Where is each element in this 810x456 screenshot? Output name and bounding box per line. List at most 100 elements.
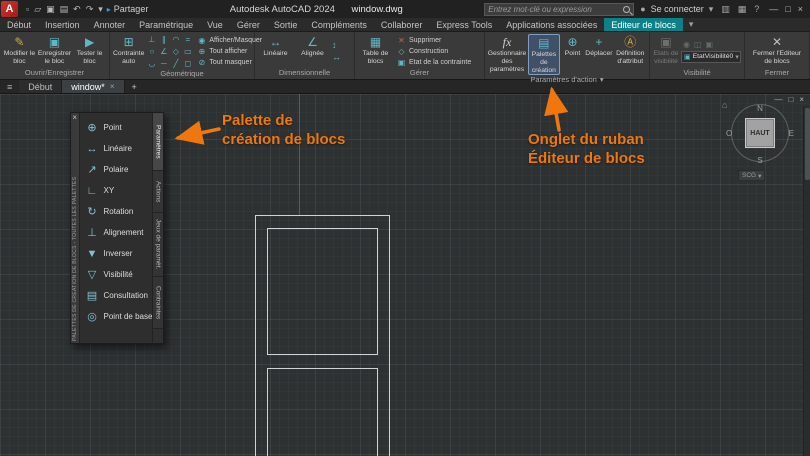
qat-customize-icon[interactable]: ▾	[98, 4, 103, 15]
vertical-dim-icon[interactable]: ↕	[332, 40, 341, 50]
tangent-constraint-icon[interactable]: ◠	[170, 34, 181, 45]
parallel-constraint-icon[interactable]: ∥	[158, 34, 169, 45]
close-button[interactable]: ×	[798, 4, 803, 14]
autocad-menu-button[interactable]: A	[1, 1, 18, 17]
palette-item-polaire[interactable]: ↗ Polaire	[80, 159, 153, 180]
viewcube-north[interactable]: N	[757, 104, 763, 113]
ribbon-tab-sortie[interactable]: Sortie	[267, 18, 305, 31]
palette-tab-parametres[interactable]: Paramètres	[153, 113, 163, 171]
palette-item-lineaire[interactable]: ↔ Linéaire	[80, 138, 153, 159]
ribbon-tab-parametrique[interactable]: Paramétrique	[132, 18, 200, 31]
viewcube-home-icon[interactable]: ⌂	[722, 100, 727, 110]
coincident-constraint-icon[interactable]: ◻	[182, 58, 193, 69]
plot-icon[interactable]: ▤	[60, 4, 69, 15]
ribbon-tab-complements[interactable]: Compléments	[304, 18, 374, 31]
horizontal-constraint-icon[interactable]: ▭	[182, 46, 193, 57]
panel-label-parametres-action[interactable]: Paramètres d'action ▾	[485, 75, 649, 86]
redo-icon[interactable]: ↷	[86, 4, 94, 15]
ribbon-tab-annoter[interactable]: Annoter	[87, 18, 133, 31]
ribbon-tab-debut[interactable]: Début	[0, 18, 38, 31]
app-store-icon[interactable]: ▥	[719, 4, 732, 15]
perpendicular-constraint-icon[interactable]: ⊥	[146, 34, 157, 45]
sign-in-button[interactable]: ● Se connecter ▾	[638, 4, 715, 15]
make-visible-icon[interactable]: ◉	[683, 40, 690, 49]
ribbon-options-caret-icon[interactable]: ▾	[683, 18, 700, 31]
attribute-definition-button[interactable]: Ⓐ Définition d'attribut	[615, 34, 647, 75]
ribbon-tab-gerer[interactable]: Gérer	[230, 18, 267, 31]
viewport-minimize-icon[interactable]: —	[774, 95, 782, 104]
palette-tab-contraintes[interactable]: Contraintes	[153, 277, 163, 329]
angle-constraint-icon[interactable]: ∠	[158, 46, 169, 57]
show-hide-button[interactable]: ◉ Afficher/Masquer	[195, 36, 264, 46]
scrollbar-thumb[interactable]	[804, 108, 810, 180]
viewcube[interactable]: ⌂ N S O E HAUT SCG ▾	[722, 98, 796, 186]
symmetric-constraint-icon[interactable]: ◇	[170, 46, 181, 57]
palette-item-inverser[interactable]: ▼ Inverser	[80, 243, 153, 264]
collinear-constraint-icon[interactable]: ─	[158, 58, 169, 69]
palette-item-point-de-base[interactable]: ◎ Point de base	[80, 306, 152, 327]
palette-close-icon[interactable]: ×	[72, 113, 77, 123]
search-input[interactable]	[488, 4, 621, 14]
palette-tab-jeux-de-parametres[interactable]: Jeux de paramèt.	[153, 213, 163, 277]
apps-icon[interactable]: ▦	[736, 4, 749, 15]
aligned-dim-button[interactable]: ∠ Alignée	[295, 34, 330, 68]
ribbon-tab-collaborer[interactable]: Collaborer	[374, 18, 430, 31]
palette-item-consultation[interactable]: ▤ Consultation	[80, 285, 153, 306]
viewport-close-icon[interactable]: ×	[799, 95, 804, 104]
ribbon-tab-applications-associees[interactable]: Applications associées	[499, 18, 604, 31]
constraint-status-button[interactable]: ▣ Etat de la contrainte	[395, 57, 473, 67]
save-icon[interactable]: ▣	[46, 4, 55, 15]
block-authoring-palette[interactable]: × PALETTES DE CRÉATION DE BLOCS - TOUTES…	[70, 112, 164, 344]
new-file-icon[interactable]: ▫	[26, 4, 29, 15]
file-tabs-menu-icon[interactable]: ≡	[0, 80, 19, 93]
new-drawing-tab-button[interactable]: +	[125, 80, 144, 93]
search-box[interactable]	[484, 2, 635, 16]
palette-tab-actions[interactable]: Actions	[153, 171, 163, 213]
hide-all-button[interactable]: ⊘ Tout masquer	[195, 58, 264, 68]
file-tab-window[interactable]: window* ×	[62, 80, 125, 93]
close-block-editor-button[interactable]: ✕ Fermer l'Editeur de blocs	[749, 34, 805, 68]
share-button[interactable]: ▸ Partager	[107, 4, 149, 14]
concentric-constraint-icon[interactable]: ○	[146, 46, 157, 57]
linear-dim-button[interactable]: ↔ Linéaire	[258, 34, 293, 68]
ribbon-tab-vue[interactable]: Vue	[200, 18, 230, 31]
ucs-menu[interactable]: SCG ▾	[738, 170, 766, 181]
parameter-manager-button[interactable]: fx Gestionnaire des paramètres	[488, 34, 527, 75]
open-file-icon[interactable]: ▱	[34, 4, 41, 15]
visibility-states-button[interactable]: ▣ Etats de visibilité	[653, 34, 679, 68]
delete-constraints-button[interactable]: ✕ Supprimer	[395, 35, 473, 45]
viewcube-west[interactable]: O	[726, 129, 732, 138]
authoring-palettes-button[interactable]: ▤ Palettes de création	[528, 34, 560, 76]
ribbon-tab-editeur-de-blocs[interactable]: Editeur de blocs	[604, 18, 683, 31]
palette-item-visibilite[interactable]: ▽ Visibilité	[80, 264, 153, 285]
make-invisible-icon[interactable]: ◫	[694, 40, 702, 49]
drawing-area[interactable]: — □ × ⌂ N S O E HAUT SCG ▾ × PALETTES DE…	[0, 94, 810, 456]
visibility-mode-icon[interactable]: ▣	[706, 40, 714, 49]
palette-item-alignement[interactable]: ⊥ Alignement	[80, 222, 153, 243]
viewport-restore-icon[interactable]: □	[788, 95, 793, 104]
construction-button[interactable]: ◇ Construction	[395, 46, 473, 56]
ribbon-tab-express-tools[interactable]: Express Tools	[429, 18, 499, 31]
visibility-state-dropdown[interactable]: ▣ EtatVisibilité0 ▾	[681, 50, 741, 63]
modify-block-button[interactable]: ✎ Modifier le bloc	[3, 34, 36, 68]
palette-item-rotation[interactable]: ↻ Rotation	[80, 201, 153, 222]
horizontal-dim-icon[interactable]: ↔	[332, 52, 341, 62]
palette-title-bar[interactable]: × PALETTES DE CRÉATION DE BLOCS - TOUTES…	[71, 113, 80, 343]
viewcube-south[interactable]: S	[757, 156, 762, 165]
ribbon-tab-insertion[interactable]: Insertion	[38, 18, 87, 31]
save-block-button[interactable]: ▣ Enregistrer le bloc	[38, 34, 71, 68]
equal-constraint-icon[interactable]: =	[182, 34, 193, 45]
block-table-button[interactable]: ▦ Table de blocs	[358, 34, 393, 68]
move-action-button[interactable]: + Déplacer	[585, 34, 612, 75]
fix-constraint-icon[interactable]: ╱	[170, 58, 181, 69]
search-icon[interactable]	[623, 5, 631, 13]
vertical-scrollbar[interactable]	[803, 106, 810, 456]
show-all-button[interactable]: ⊕ Tout afficher	[195, 47, 264, 57]
file-tab-start[interactable]: Début	[19, 80, 63, 93]
viewcube-top-face[interactable]: HAUT	[745, 118, 775, 148]
test-block-button[interactable]: ▶ Tester le bloc	[73, 34, 106, 68]
point-parameter-button[interactable]: ⊕ Point	[562, 34, 584, 75]
smooth-constraint-icon[interactable]: ◡	[146, 58, 157, 69]
undo-icon[interactable]: ↶	[73, 4, 81, 15]
minimize-button[interactable]: —	[769, 4, 778, 14]
